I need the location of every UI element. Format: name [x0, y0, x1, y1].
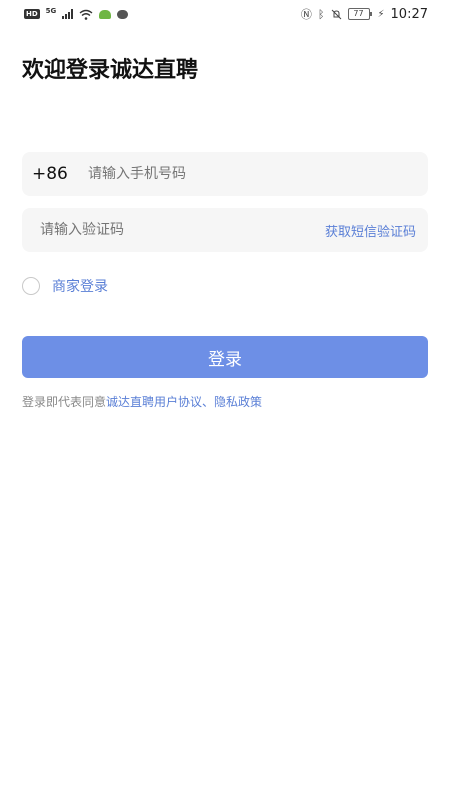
hd-icon: HD: [24, 9, 40, 19]
agreement-separator: 、: [202, 395, 215, 409]
app-icon: [99, 9, 112, 19]
mute-icon: [331, 9, 341, 19]
wifi-icon: [79, 9, 93, 20]
battery-level: 77: [347, 8, 370, 20]
network-type-label: 5G: [45, 7, 57, 15]
status-bar: HD 5G Ⓝ ᛒ 77 ⚡ 10:27: [0, 0, 450, 28]
verification-code-field[interactable]: 获取短信验证码: [22, 208, 428, 252]
status-right: Ⓝ ᛒ 77 ⚡ 10:27: [301, 6, 428, 22]
message-icon: [117, 9, 129, 19]
status-left: HD 5G: [24, 7, 129, 20]
privacy-policy-link[interactable]: 隐私政策: [214, 395, 262, 409]
verification-code-input[interactable]: [38, 221, 282, 239]
merchant-login-label[interactable]: 商家登录: [52, 276, 108, 296]
login-screen: HD 5G Ⓝ ᛒ 77 ⚡ 10:27 欢迎登录诚达直聘 +86 请输入手机号…: [0, 0, 450, 800]
merchant-login-radio[interactable]: [22, 277, 40, 295]
phone-input[interactable]: [86, 165, 390, 183]
charging-icon: ⚡: [377, 8, 385, 20]
clock: 10:27: [390, 6, 428, 22]
signal-icon: [62, 9, 74, 19]
phone-field[interactable]: +86: [22, 152, 428, 196]
agreement-prefix: 登录即代表同意: [22, 395, 107, 409]
country-code-selector[interactable]: +86: [32, 164, 86, 184]
agreement-text: 登录即代表同意诚达直聘用户协议、隐私政策: [22, 393, 262, 410]
user-agreement-link[interactable]: 诚达直聘用户协议: [106, 395, 202, 409]
get-sms-code-button[interactable]: 获取短信验证码: [325, 221, 416, 240]
page-title: 欢迎登录诚达直聘: [22, 58, 199, 83]
merchant-login-option[interactable]: 商家登录: [22, 276, 108, 296]
battery-icon: 77: [347, 8, 372, 20]
login-button[interactable]: 登录: [22, 336, 428, 378]
nfc-icon: Ⓝ: [300, 8, 312, 21]
bluetooth-icon: ᛒ: [317, 7, 325, 21]
